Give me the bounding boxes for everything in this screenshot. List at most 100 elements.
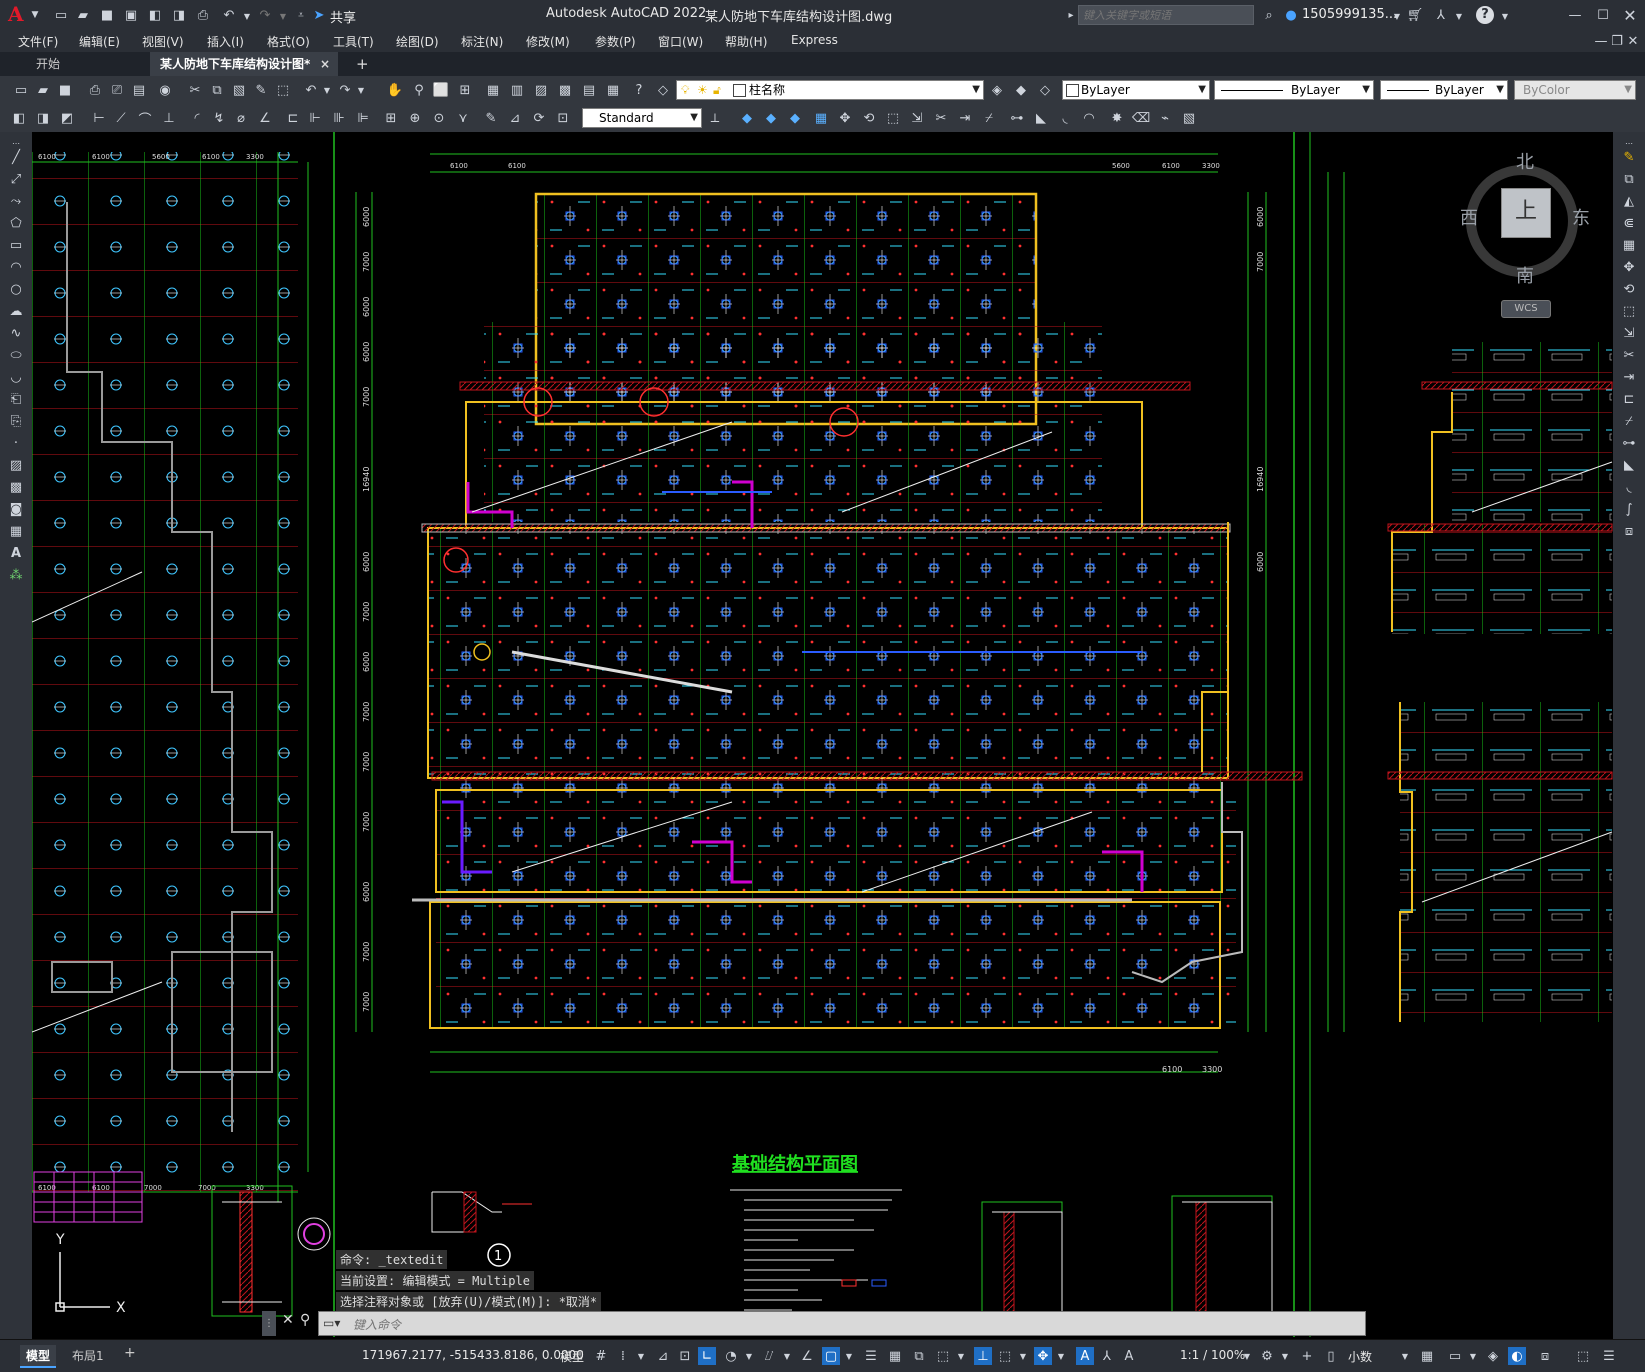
sheetset-icon[interactable]: ▩	[556, 81, 574, 99]
cart-icon[interactable]: 🛒︎	[1406, 6, 1424, 24]
add-selected-icon[interactable]: ⁂	[7, 566, 25, 584]
offset-icon[interactable]: ⋐	[1620, 214, 1638, 232]
break-icon[interactable]: ⌿	[980, 109, 998, 127]
menu-file[interactable]: 文件(F)	[18, 33, 58, 50]
menu-modify[interactable]: 修改(M)	[526, 33, 570, 50]
plotstyle-dropdown[interactable]: ByColor ▼	[1514, 80, 1636, 100]
help-icon[interactable]: ?	[1476, 6, 1494, 24]
dim-radius-icon[interactable]: ◜	[188, 109, 206, 127]
plot-icon[interactable]: ⎙	[86, 81, 104, 99]
redo-dropdown-icon[interactable]: ▼	[352, 81, 370, 99]
line-icon[interactable]: ╱	[7, 148, 25, 166]
redo-dropdown-icon[interactable]: ▼	[274, 7, 292, 25]
viewcube-top-face[interactable]: 上	[1501, 188, 1551, 238]
scale-icon[interactable]: ⬚	[1620, 302, 1638, 320]
customize-toolbar-icon[interactable]: ⩡	[292, 6, 310, 24]
save-icon[interactable]: ■	[56, 81, 74, 99]
dim-aligned-icon[interactable]: ⟋	[112, 109, 130, 127]
polar-dropdown-icon[interactable]: ▼	[740, 1347, 758, 1365]
quick-properties-icon[interactable]: ▦	[1418, 1347, 1436, 1365]
linetype-dropdown-arrow-icon[interactable]: ▼	[1362, 81, 1370, 99]
dim-style-icon[interactable]: ⊡	[554, 109, 572, 127]
edit-pline-icon[interactable]: ⌁	[1156, 109, 1174, 127]
menu-insert[interactable]: 插入(I)	[207, 33, 244, 50]
viewcube-east[interactable]: 东	[1572, 204, 1590, 230]
3dprint-icon[interactable]: ◉	[156, 81, 174, 99]
workspace-gear-icon[interactable]: ⚙	[1258, 1347, 1276, 1365]
lineweight-dropdown-arrow-icon[interactable]: ▼	[1496, 81, 1504, 99]
annotation-scale-dropdown-icon[interactable]: ▼	[1238, 1347, 1256, 1365]
app-menu-chevron-icon[interactable]: ▼	[26, 6, 44, 24]
ortho-icon[interactable]: ∟	[698, 1347, 716, 1365]
menu-edit[interactable]: 编辑(E)	[79, 33, 120, 50]
user-name[interactable]: 1505999135...	[1302, 7, 1397, 22]
gizmo-dropdown-icon[interactable]: ▼	[1052, 1347, 1070, 1365]
menu-format[interactable]: 格式(O)	[267, 33, 310, 50]
edit-hatch-icon[interactable]: ▧	[1180, 109, 1198, 127]
autocad-logo[interactable]: A	[8, 2, 24, 26]
menu-window[interactable]: 窗口(W)	[658, 33, 703, 50]
break-at-point-icon[interactable]: ⊏	[1620, 390, 1638, 408]
circle-icon[interactable]: ○	[7, 280, 25, 298]
close-icon[interactable]: ✕	[1621, 6, 1639, 25]
open-web-icon[interactable]: ◧	[146, 6, 164, 24]
share-button[interactable]: 共享	[330, 7, 356, 26]
text-style-dropdown[interactable]: Standard ▼	[582, 108, 702, 128]
blend-curves-icon[interactable]: ∫	[1620, 500, 1638, 518]
minimize-icon[interactable]: —	[1566, 6, 1584, 24]
doc-close-icon[interactable]: ✕	[1624, 32, 1642, 50]
erase-icon[interactable]: ⌫	[1132, 109, 1150, 127]
gizmo-icon[interactable]: ✥	[1034, 1347, 1052, 1365]
clean-screen-icon[interactable]: ⧈	[1536, 1347, 1554, 1365]
dim-edit-icon[interactable]: ✎	[482, 109, 500, 127]
layer-states-icon[interactable]: ◇	[1036, 81, 1054, 99]
color-dropdown-arrow-icon[interactable]: ▼	[1198, 81, 1206, 99]
blend-icon[interactable]: ◠	[1080, 109, 1098, 127]
user-dropdown-icon[interactable]: ▼	[1388, 7, 1406, 25]
mirror-icon[interactable]: ◆	[762, 109, 780, 127]
selection-cycling-icon[interactable]: ⧉	[910, 1347, 928, 1365]
object-snap-icon[interactable]: ▢	[822, 1347, 840, 1365]
layer-lock-icon[interactable]: 🔓︎	[713, 81, 721, 99]
layer-on-icon[interactable]: 💡︎	[681, 81, 689, 99]
erase-icon[interactable]: ✎	[1620, 148, 1638, 166]
osnap-dropdown-icon[interactable]: ▼	[840, 1347, 858, 1365]
fillet-icon[interactable]: ◟	[1056, 109, 1074, 127]
chamfer-icon[interactable]: ◣	[1620, 456, 1638, 474]
save-icon[interactable]: ■	[98, 6, 116, 24]
revcloud-icon[interactable]: ☁	[7, 302, 25, 320]
move-icon[interactable]: ✥	[836, 109, 854, 127]
lineweight-dropdown[interactable]: ByLayer ▼	[1380, 80, 1508, 100]
dim-baseline-icon[interactable]: ⊩	[306, 109, 324, 127]
lineweight-icon[interactable]: ☰	[862, 1347, 880, 1365]
gradient-icon[interactable]: ▩	[7, 478, 25, 496]
layer-previous-icon[interactable]: ◆	[1012, 81, 1030, 99]
user-icon[interactable]: ●	[1282, 6, 1300, 24]
center-mark-icon[interactable]: ⊕	[406, 109, 424, 127]
customization-menu-icon[interactable]: ☰	[1600, 1347, 1618, 1365]
lock-ui-dropdown-icon[interactable]: ▼	[1464, 1347, 1482, 1365]
dim-update-icon[interactable]: ⟳	[530, 109, 548, 127]
isolate-objects-icon[interactable]: ◈	[1484, 1347, 1502, 1365]
dim-continue-icon[interactable]: ⊪	[330, 109, 348, 127]
transparency-icon[interactable]: ▦	[886, 1347, 904, 1365]
tolerance-icon[interactable]: ⊞	[382, 109, 400, 127]
tab-add-button[interactable]: +	[346, 52, 379, 76]
dynamic-ucs-icon[interactable]: ⊥	[974, 1347, 992, 1365]
layer-dropdown[interactable]: 💡︎ ☀ 🔓︎ 柱名称 ▼	[676, 80, 984, 100]
grid-icon[interactable]: #	[592, 1347, 610, 1365]
extend-icon[interactable]: ⇥	[1620, 368, 1638, 386]
dim-arc-icon[interactable]: ⌒	[136, 109, 154, 128]
block-editor-icon[interactable]: ⬚	[274, 81, 292, 99]
search-box[interactable]	[1078, 5, 1255, 25]
copy-icon[interactable]: ⧉	[208, 81, 226, 99]
dim-diameter-icon[interactable]: ⌀	[232, 109, 250, 127]
qselect-icon[interactable]: ◨	[34, 109, 52, 127]
rotate-icon[interactable]: ⟲	[1620, 280, 1638, 298]
tab-start[interactable]: 开始	[26, 52, 150, 76]
menu-express[interactable]: Express	[791, 33, 838, 47]
polyline-icon[interactable]: ⤳	[7, 192, 25, 210]
units-value[interactable]: 小数	[1348, 1348, 1372, 1365]
undo-dropdown-icon[interactable]: ▼	[238, 7, 256, 25]
zoom-realtime-icon[interactable]: ⚲	[410, 81, 428, 99]
